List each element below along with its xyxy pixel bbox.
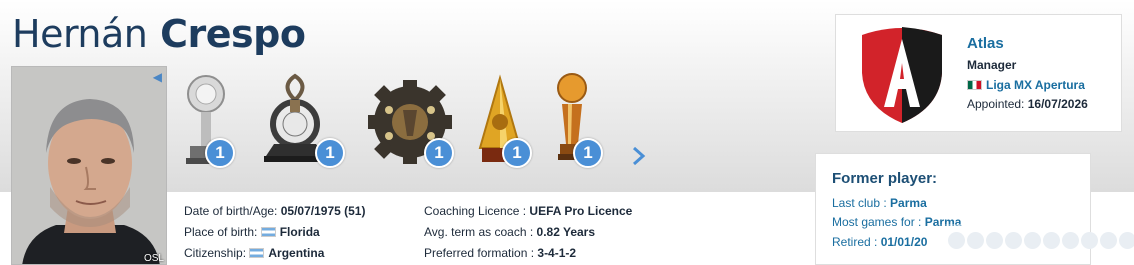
carousel-next-chevron-icon[interactable] — [630, 145, 648, 167]
first-name: Hernán — [12, 12, 148, 56]
info-value: 0.82 Years — [536, 225, 596, 239]
info-row-birth: Date of birth/Age: 05/07/1975 (51) — [184, 204, 365, 225]
coaching-info-right: Coaching Licence : UEFA Pro Licence Avg.… — [424, 204, 632, 265]
info-value: UEFA Pro Licence — [529, 204, 633, 218]
trophy-carousel: 1 1 1 1 1 — [178, 70, 648, 175]
last-club-label: Last club : — [832, 196, 887, 210]
personal-info-left: Date of birth/Age: 05/07/1975 (51) Place… — [184, 204, 365, 265]
info-row-avg-term: Avg. term as coach : 0.82 Years — [424, 225, 632, 246]
most-games-label: Most games for : — [832, 215, 922, 229]
info-row-citizenship: Citizenship: Argentina — [184, 246, 365, 265]
info-label: Date of birth/Age: — [184, 204, 278, 218]
profile-photo[interactable]: ◀ OSL — [11, 66, 167, 265]
info-value: 05/07/1975 (51) — [280, 204, 366, 218]
info-label: Place of birth: — [184, 225, 258, 239]
appointed-value: 16/07/2026 — [1027, 97, 1088, 111]
current-club-name[interactable]: Atlas — [967, 35, 1004, 52]
atlas-club-logo[interactable] — [854, 23, 950, 130]
info-row-formation: Preferred formation : 3-4-1-2 — [424, 246, 632, 265]
argentina-flag-icon — [260, 227, 276, 237]
portrait-image — [12, 67, 166, 264]
argentina-flag-icon — [249, 248, 265, 258]
corner-arrow-icon: ◀ — [152, 70, 162, 84]
photo-credit: OSL — [143, 253, 164, 264]
current-role: Manager — [967, 58, 1017, 72]
trophy-count-badge: 1 — [315, 138, 345, 168]
appointed-label: Appointed: — [967, 97, 1025, 111]
current-club-card: Atlas Manager Liga MX Apertura Appointed… — [835, 14, 1122, 132]
retired-row: Retired : 01/01/20 — [832, 235, 927, 249]
mexico-flag-icon — [967, 80, 982, 90]
retired-label: Retired : — [832, 235, 878, 249]
trophy-count-badge: 1 — [502, 138, 532, 168]
loading-placeholder — [948, 232, 1134, 249]
trophy-item[interactable]: 1 — [260, 70, 345, 175]
trophy-item[interactable]: 1 — [474, 70, 532, 175]
info-value: 3-4-1-2 — [537, 246, 577, 260]
info-value: Florida — [279, 225, 320, 239]
trophy-item[interactable]: 1 — [365, 70, 455, 175]
trophy-item[interactable]: 1 — [178, 70, 235, 175]
info-label: Citizenship: — [184, 246, 247, 260]
trophy-count-badge: 1 — [573, 138, 603, 168]
current-league-link[interactable]: Liga MX Apertura — [967, 78, 1085, 92]
appointed-date: Appointed: 16/07/2026 — [967, 97, 1088, 111]
last-club-value: Parma — [890, 196, 927, 210]
info-row-licence: Coaching Licence : UEFA Pro Licence — [424, 204, 632, 225]
page-title: Hernán Crespo — [12, 12, 306, 56]
last-club-row[interactable]: Last club : Parma — [832, 196, 927, 210]
last-name: Crespo — [160, 12, 306, 56]
league-name: Liga MX Apertura — [986, 78, 1085, 92]
info-label: Coaching Licence : — [424, 204, 527, 218]
trophy-count-badge: 1 — [424, 138, 454, 168]
info-row-place-of-birth: Place of birth: Florida — [184, 225, 365, 246]
info-value: Argentina — [268, 246, 325, 260]
trophy-item[interactable]: 1 — [550, 70, 603, 175]
retired-value: 01/01/20 — [880, 235, 928, 249]
info-label: Avg. term as coach : — [424, 225, 534, 239]
info-label: Preferred formation : — [424, 246, 535, 260]
former-player-title: Former player: — [832, 170, 938, 187]
trophy-count-badge: 1 — [205, 138, 235, 168]
